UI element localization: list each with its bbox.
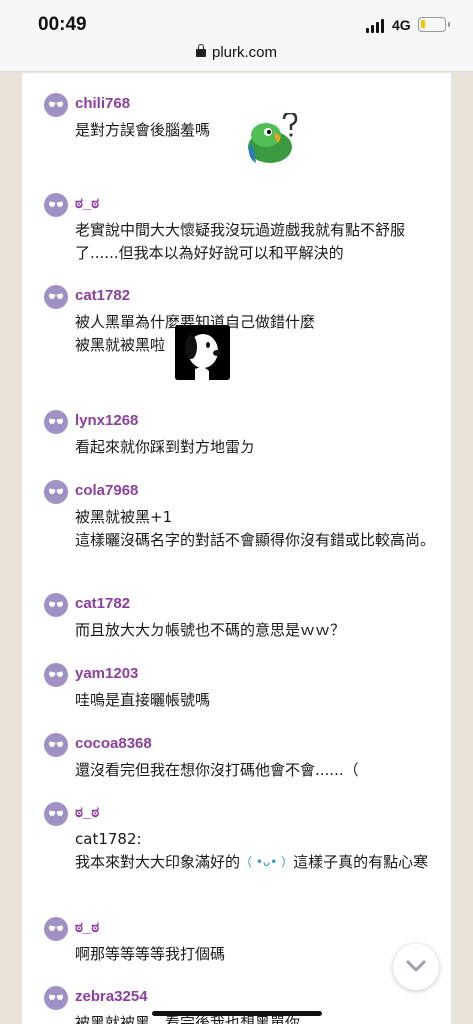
avatar[interactable]: [44, 193, 68, 217]
chevron-down-icon: [406, 960, 426, 972]
avatar[interactable]: [44, 802, 68, 826]
response-text: 哇嗚是直接曬帳號嗎: [75, 691, 211, 709]
response-text: 被人黑單為什麼要知道自己做錯什麼 被黑就被黑啦: [75, 313, 316, 354]
username[interactable]: ಠ_ಠ: [75, 919, 99, 936]
response-text: 啊那等等等等我打個碼: [75, 945, 226, 963]
username[interactable]: zebra3254: [75, 988, 148, 1005]
avatar[interactable]: [44, 663, 68, 687]
response-text: 還沒看完但我在想你沒打碼他會不會......（: [75, 761, 359, 779]
username[interactable]: lynx1268: [75, 412, 138, 429]
username[interactable]: cat1782: [75, 287, 130, 304]
response-text: 被黑就被黑+1 這樣曬沒碼名字的對話不會顯得你沒有錯或比較高尚。: [75, 508, 436, 549]
avatar[interactable]: [44, 93, 68, 117]
response-text: 而且放大大ㄉ帳號也不碼的意思是ｗｗ？: [75, 621, 346, 639]
avatar[interactable]: [44, 285, 68, 309]
network-type: 4G: [392, 17, 411, 33]
responses-panel: chili768 是對方誤會後腦羞嗎 ಠ_ಠ 老實說中間大大懷疑我沒玩過遊戲我就…: [22, 73, 451, 1024]
kaomoji: （ •ᴗ• ）: [240, 855, 294, 869]
avatar[interactable]: [44, 593, 68, 617]
cellular-signal-icon: [366, 19, 386, 33]
response-text: cat1782: 我本來對大大印象滿好的（ •ᴗ• ）這樣子真的有點心寒: [75, 828, 440, 874]
status-bar: 00:49 4G plurk.com: [0, 0, 473, 72]
response-text-part: cat1782: 我本來對大大印象滿好的: [75, 830, 241, 871]
scroll-down-button[interactable]: [393, 944, 439, 990]
username[interactable]: ಠ_ಠ: [75, 195, 99, 212]
avatar[interactable]: [44, 986, 68, 1010]
username[interactable]: cat1782: [75, 595, 130, 612]
battery-icon: [418, 17, 450, 32]
home-indicator[interactable]: [152, 1011, 322, 1016]
avatar[interactable]: [44, 917, 68, 941]
lock-icon: [195, 44, 206, 57]
username[interactable]: cola7968: [75, 482, 138, 499]
response-text: 老實說中間大大懷疑我沒玩過遊戲我就有點不舒服了......但我本以為好好說可以和…: [75, 221, 406, 262]
url-text: plurk.com: [211, 44, 278, 61]
avatar[interactable]: [44, 733, 68, 757]
response-text: 看起來就你踩到對方地雷ㄉ: [75, 438, 256, 456]
avatar[interactable]: [44, 480, 68, 504]
avatar[interactable]: [44, 410, 68, 434]
username[interactable]: chili768: [75, 95, 130, 112]
clock: 00:49: [38, 14, 87, 35]
response-text-part: 這樣子真的有點心寒: [293, 853, 429, 871]
username[interactable]: ಠ_ಠ: [75, 804, 99, 821]
username[interactable]: yam1203: [75, 665, 138, 682]
parrot-question-emoticon: [248, 113, 298, 163]
username[interactable]: cocoa8368: [75, 735, 152, 752]
address-bar[interactable]: plurk.com: [0, 44, 473, 61]
snoopy-emoticon: [175, 325, 230, 380]
